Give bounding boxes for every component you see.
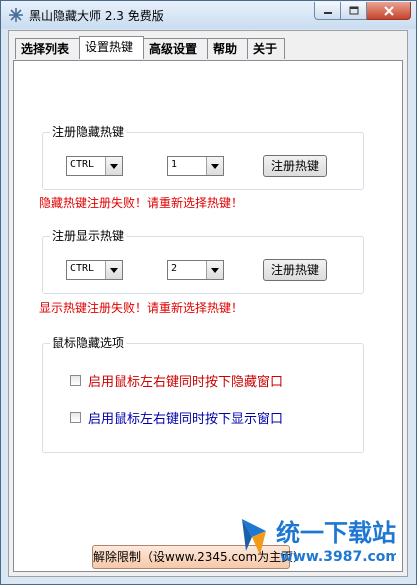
hide-modifier-select[interactable]: CTRL [66, 156, 123, 176]
watermark-url: www.3987.com [280, 549, 396, 565]
watermark-brand: 统一下载站 [276, 519, 396, 547]
window-title: 黑山隐藏大师 2.3 免费版 [29, 9, 164, 23]
hide-hotkey-error: 隐藏热键注册失败！请重新选择热键！ [39, 196, 244, 210]
show-modifier-select[interactable]: CTRL [66, 260, 123, 280]
watermark: 统一下载站 www.3987.com [236, 511, 400, 567]
show-modifier-value: CTRL [70, 263, 95, 274]
show-hotkey-group: 注册显示热键 CTRL 2 注册热键 [42, 229, 364, 294]
mouse-options-group-label: 鼠标隐藏选项 [50, 336, 127, 350]
client-area: 选择列表 设置热键 高级设置 帮助 关于 注册隐藏热键 CTRL 1 注册热键 … [8, 30, 408, 577]
hide-hotkey-group-label: 注册隐藏热键 [50, 125, 127, 139]
chevron-down-icon [206, 157, 223, 175]
hide-window-option-label: 启用鼠标左右键同时按下隐藏窗口 [88, 374, 284, 390]
hide-window-option[interactable]: 启用鼠标左右键同时按下隐藏窗口 [70, 372, 284, 390]
minimize-button[interactable] [314, 2, 341, 20]
window-controls [314, 2, 411, 20]
maximize-button[interactable] [341, 2, 367, 20]
chevron-down-icon [105, 261, 122, 279]
app-window: 黑山隐藏大师 2.3 免费版 选择列表 设置热键 高级设置 帮助 关于 注册隐藏… [0, 0, 417, 585]
hotkey-settings-panel: 注册隐藏热键 CTRL 1 注册热键 隐藏热键注册失败！请重新选择热键！ 注册显… [13, 60, 403, 572]
tab-help[interactable]: 帮助 [207, 38, 248, 59]
close-button[interactable] [367, 2, 411, 20]
tab-bar: 选择列表 设置热键 高级设置 帮助 关于 [15, 36, 285, 60]
title-bar[interactable]: 黑山隐藏大师 2.3 免费版 [1, 1, 416, 29]
hide-window-checkbox[interactable] [70, 374, 81, 386]
show-hotkey-group-label: 注册显示热键 [50, 229, 127, 243]
app-logo-icon [9, 8, 23, 22]
mouse-options-group: 鼠标隐藏选项 启用鼠标左右键同时按下隐藏窗口 启用鼠标左右键同时按下显示窗口 [42, 336, 364, 453]
close-icon [383, 5, 394, 16]
tab-advanced-settings[interactable]: 高级设置 [143, 38, 208, 59]
hide-key-value: 1 [171, 159, 178, 170]
maximize-icon [349, 6, 358, 15]
show-window-option[interactable]: 启用鼠标左右键同时按下显示窗口 [70, 409, 284, 427]
hide-key-select[interactable]: 1 [167, 156, 224, 176]
show-window-option-label: 启用鼠标左右键同时按下显示窗口 [88, 411, 284, 427]
show-hotkey-error: 显示热键注册失败！请重新选择热键！ [39, 301, 244, 315]
minimize-icon [323, 11, 332, 14]
chevron-down-icon [105, 157, 122, 175]
hide-modifier-value: CTRL [70, 159, 95, 170]
tab-select-list[interactable]: 选择列表 [15, 38, 80, 59]
hide-hotkey-group: 注册隐藏热键 CTRL 1 注册热键 [42, 125, 364, 190]
show-key-select[interactable]: 2 [167, 260, 224, 280]
show-window-checkbox[interactable] [70, 411, 81, 423]
register-show-hotkey-button[interactable]: 注册热键 [263, 259, 327, 281]
tab-hotkey-settings[interactable]: 设置热键 [79, 36, 144, 59]
register-hide-hotkey-button[interactable]: 注册热键 [263, 155, 327, 177]
watermark-logo: 统一下载站 www.3987.com [242, 519, 400, 565]
show-key-value: 2 [171, 263, 178, 274]
tab-about[interactable]: 关于 [247, 38, 285, 59]
chevron-down-icon [206, 261, 223, 279]
